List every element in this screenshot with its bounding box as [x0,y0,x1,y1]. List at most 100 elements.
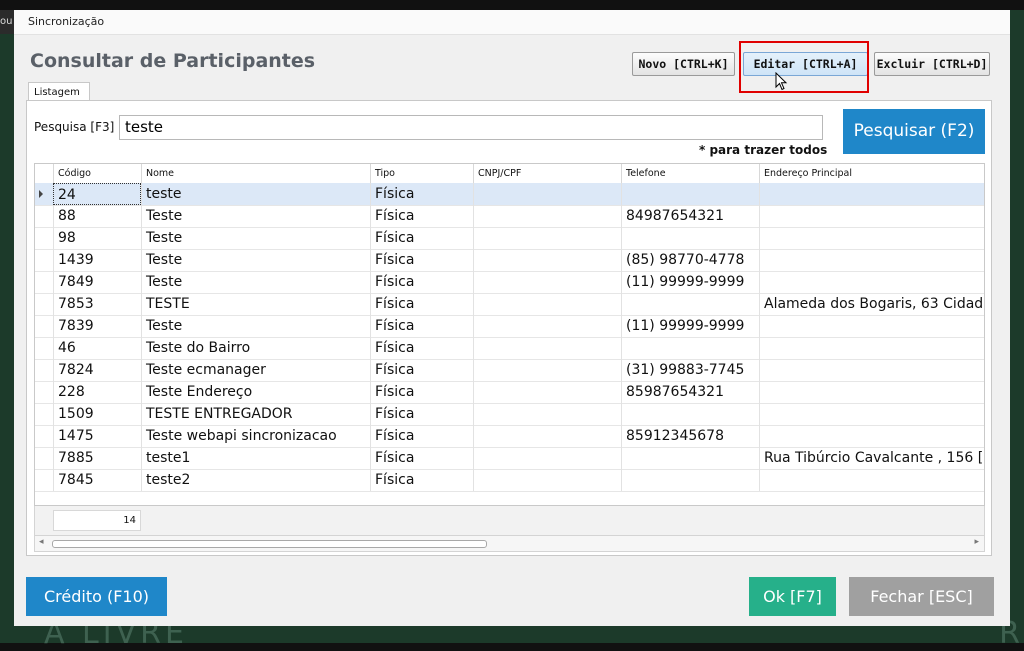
cell-tipo[interactable]: Física [370,293,473,315]
cell-endereco[interactable] [759,337,984,359]
cell-cnpj[interactable] [473,205,621,227]
column-header-cnpj[interactable]: CNPJ/CPF [473,164,621,183]
fechar-button[interactable]: Fechar [ESC] [849,577,994,616]
cell-telefone[interactable] [621,183,759,205]
table-row[interactable]: 7839 Teste Física (11) 99999-9999 [35,315,984,338]
cell-endereco[interactable] [759,183,984,205]
cell-nome[interactable]: Teste [141,205,370,227]
cell-nome[interactable]: teste2 [141,469,370,491]
table-row[interactable]: 88 Teste Física 84987654321 [35,205,984,228]
cell-telefone[interactable]: 85912345678 [621,425,759,447]
cell-nome[interactable]: Teste webapi sincronizacao [141,425,370,447]
column-header-endereco[interactable]: Endereço Principal [759,164,984,183]
tab-listagem[interactable]: Listagem [28,82,90,101]
cell-codigo[interactable]: 1509 [53,403,141,425]
cell-cnpj[interactable] [473,359,621,381]
cell-cnpj[interactable] [473,425,621,447]
table-row[interactable]: 46 Teste do Bairro Física [35,337,984,360]
cell-endereco[interactable]: Alameda dos Bogaris, 63 Cidad [759,293,984,315]
cell-endereco[interactable] [759,469,984,491]
search-input[interactable]: teste [119,115,823,140]
scrollbar-thumb[interactable] [52,540,487,548]
cell-cnpj[interactable] [473,227,621,249]
cell-endereco[interactable] [759,315,984,337]
cell-nome[interactable]: Teste ecmanager [141,359,370,381]
table-row[interactable]: 7849 Teste Física (11) 99999-9999 [35,271,984,294]
cell-cnpj[interactable] [473,337,621,359]
credito-button[interactable]: Crédito (F10) [26,577,167,616]
table-row[interactable]: 1475 Teste webapi sincronizacao Física 8591… [35,425,984,448]
cell-nome[interactable]: TESTE [141,293,370,315]
cell-nome[interactable]: TESTE ENTREGADOR [141,403,370,425]
scroll-right-icon[interactable]: ▸ [974,537,979,547]
cell-endereco[interactable] [759,403,984,425]
cell-nome[interactable]: Teste [141,249,370,271]
column-header-codigo[interactable]: Código [53,164,141,183]
cell-telefone[interactable] [621,293,759,315]
novo-button[interactable]: Novo [CTRL+K] [632,52,735,76]
table-row[interactable]: 7845 teste2 Física [35,469,984,492]
cell-tipo[interactable]: Física [370,183,473,205]
cell-tipo[interactable]: Física [370,403,473,425]
column-header-telefone[interactable]: Telefone [621,164,759,183]
cell-tipo[interactable]: Física [370,271,473,293]
cell-codigo[interactable]: 7885 [53,447,141,469]
cell-nome[interactable]: Teste [141,271,370,293]
cell-nome[interactable]: teste [141,183,370,205]
cell-tipo[interactable]: Física [370,359,473,381]
table-row[interactable]: 7824 Teste ecmanager Física (31) 99883-7745 [35,359,984,382]
cell-cnpj[interactable] [473,249,621,271]
cell-codigo[interactable]: 7853 [53,293,141,315]
cell-cnpj[interactable] [473,183,621,205]
cell-tipo[interactable]: Física [370,447,473,469]
table-row[interactable]: 24 teste Física [35,183,984,206]
horizontal-scrollbar[interactable]: ◂ ▸ [34,536,985,552]
excluir-button[interactable]: Excluir [CTRL+D] [874,52,990,76]
cell-nome[interactable]: Teste [141,227,370,249]
cell-endereco[interactable] [759,359,984,381]
ok-button[interactable]: Ok [F7] [749,577,836,616]
cell-cnpj[interactable] [473,447,621,469]
table-row[interactable]: 98 Teste Física [35,227,984,250]
cell-endereco[interactable] [759,205,984,227]
cell-telefone[interactable]: 84987654321 [621,205,759,227]
scroll-left-icon[interactable]: ◂ [39,537,44,547]
cell-telefone[interactable]: (11) 99999-9999 [621,271,759,293]
cell-tipo[interactable]: Física [370,425,473,447]
cell-cnpj[interactable] [473,315,621,337]
cell-telefone[interactable]: (31) 99883-7745 [621,359,759,381]
cell-codigo[interactable]: 88 [53,205,141,227]
cell-cnpj[interactable] [473,469,621,491]
cell-telefone[interactable] [621,227,759,249]
cell-codigo[interactable]: 7849 [53,271,141,293]
table-row[interactable]: 1439 Teste Física (85) 98770-4778 [35,249,984,272]
cell-nome[interactable]: teste1 [141,447,370,469]
cell-endereco[interactable] [759,271,984,293]
cell-cnpj[interactable] [473,271,621,293]
cell-nome[interactable]: Teste do Bairro [141,337,370,359]
cell-telefone[interactable]: (85) 98770-4778 [621,249,759,271]
cell-codigo[interactable]: 98 [53,227,141,249]
cell-telefone[interactable] [621,469,759,491]
cell-endereco[interactable] [759,381,984,403]
table-row[interactable]: 1509 TESTE ENTREGADOR Física [35,403,984,426]
cell-codigo[interactable]: 228 [53,381,141,403]
cell-nome[interactable]: Teste [141,315,370,337]
cell-codigo[interactable]: 46 [53,337,141,359]
cell-codigo[interactable]: 7839 [53,315,141,337]
cell-codigo[interactable]: 7824 [53,359,141,381]
column-header-nome[interactable]: Nome [141,164,370,183]
cell-tipo[interactable]: Física [370,205,473,227]
cell-telefone[interactable] [621,337,759,359]
cell-tipo[interactable]: Física [370,381,473,403]
pesquisar-button[interactable]: Pesquisar (F2) [843,109,985,154]
cell-telefone[interactable]: 85987654321 [621,381,759,403]
cell-endereco[interactable] [759,249,984,271]
cell-endereco[interactable]: Rua Tibúrcio Cavalcante , 156 [ [759,447,984,469]
cell-telefone[interactable] [621,403,759,425]
cell-codigo[interactable]: 24 [53,183,141,205]
cell-codigo[interactable]: 1439 [53,249,141,271]
cell-codigo[interactable]: 7845 [53,469,141,491]
table-row[interactable]: 7885 teste1 Física Rua Tibúrcio Cavalcante … [35,447,984,470]
cell-cnpj[interactable] [473,381,621,403]
